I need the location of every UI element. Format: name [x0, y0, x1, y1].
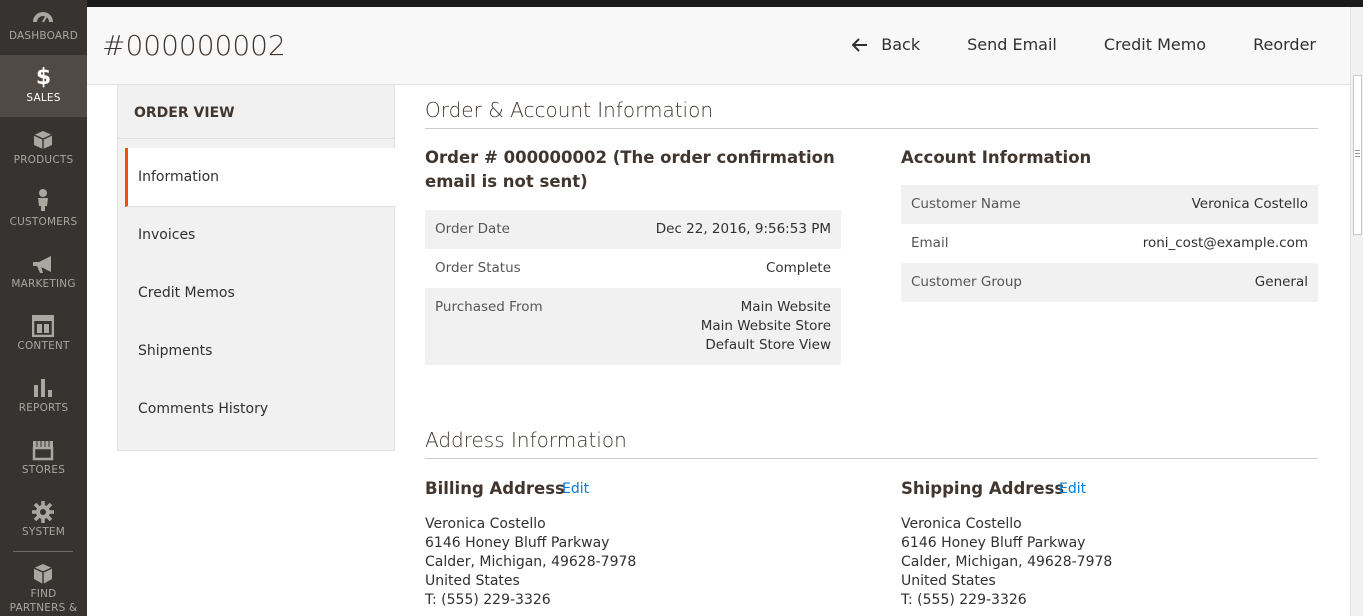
dollar-icon: $: [35, 65, 52, 90]
billing-line: United States: [425, 573, 520, 589]
nav-label-products: PRODUCTS: [13, 154, 74, 166]
nav-divider: [13, 551, 73, 552]
dashboard-icon: [33, 12, 53, 23]
billing-phone: T: (555) 229-3326: [425, 592, 551, 608]
nav-content[interactable]: CONTENT: [0, 303, 87, 365]
billing-line: 6146 Honey Bluff Parkway: [425, 535, 610, 551]
email-row: Email roni_cost@example.com: [901, 224, 1318, 263]
back-button[interactable]: Back: [852, 35, 920, 54]
nav-find-partners[interactable]: FIND PARTNERS &: [0, 554, 87, 616]
nav-label-stores: STORES: [21, 464, 66, 476]
tab-credit-memos[interactable]: Credit Memos: [138, 285, 235, 301]
nav-label-partners: PARTNERS &: [9, 602, 78, 614]
purchased-from-line3: Default Store View: [705, 337, 831, 353]
email-link[interactable]: roni_cost@example.com: [1143, 234, 1308, 253]
person-icon: [38, 189, 48, 211]
send-email-button[interactable]: Send Email: [967, 35, 1057, 54]
order-view-title: ORDER VIEW: [134, 105, 235, 121]
order-date-value: Dec 22, 2016, 9:56:53 PM: [655, 221, 831, 237]
divider: [118, 138, 395, 139]
tab-invoices[interactable]: Invoices: [138, 227, 195, 243]
order-heading-line2: email is not sent): [425, 172, 588, 191]
nav-label-reports: REPORTS: [18, 402, 69, 414]
shipping-edit-link[interactable]: Edit: [1059, 481, 1086, 497]
section-divider: [425, 458, 1318, 459]
credit-memo-button[interactable]: Credit Memo: [1104, 35, 1206, 54]
order-status-value: Complete: [765, 260, 831, 276]
purchased-from-line1: Main Website: [740, 299, 831, 315]
nav-stores[interactable]: STORES: [0, 427, 87, 489]
customer-name-row: Customer Name Veronica Costello: [901, 185, 1318, 224]
page-scrollbar[interactable]: [1350, 7, 1363, 616]
tab-comments-history[interactable]: Comments History: [138, 401, 268, 417]
billing-edit-link[interactable]: Edit: [562, 481, 589, 497]
order-date-row: Order Date Dec 22, 2016, 9:56:53 PM: [425, 210, 841, 249]
shipping-address-block: Veronica Costello 6146 Honey Bluff Parkw…: [901, 515, 1112, 610]
purchased-from-row: Purchased From Main Website Main Website…: [425, 288, 841, 365]
nav-label-content: CONTENT: [17, 340, 70, 352]
nav-system[interactable]: SYSTEM: [0, 489, 87, 551]
nav-customers[interactable]: CUSTOMERS: [0, 179, 87, 241]
billing-line: Veronica Costello: [425, 516, 546, 532]
customer-group-label: Customer Group: [911, 274, 1022, 290]
scrollbar-grip: [1355, 150, 1360, 157]
gear-icon: [32, 501, 54, 523]
billing-line: Calder, Michigan, 49628-7978: [425, 554, 637, 570]
store-icon: [32, 441, 54, 461]
back-label: Back: [881, 35, 921, 54]
browser-top-strip: [0, 0, 1363, 7]
page-title: #000000002: [102, 29, 286, 62]
layout-icon: [32, 315, 54, 337]
page-header: #000000002 Back Send Email Credit Memo R…: [87, 7, 1350, 85]
section-title-order-account: Order & Account Information: [425, 98, 714, 122]
order-view-tabs: ORDER VIEW Information Invoices Credit M…: [117, 85, 396, 451]
shipping-line: Calder, Michigan, 49628-7978: [901, 554, 1113, 570]
account-heading: Account Information: [901, 148, 1092, 167]
extensions-icon: [33, 564, 53, 584]
section-divider: [425, 128, 1318, 129]
customer-group-value: General: [1254, 274, 1308, 290]
customer-name-label: Customer Name: [911, 196, 1021, 212]
section-title-address: Address Information: [425, 428, 627, 452]
shipping-line: Veronica Costello: [901, 516, 1022, 532]
purchased-from-label: Purchased From: [435, 299, 543, 315]
shipping-line: United States: [901, 573, 996, 589]
tab-information[interactable]: Information: [138, 169, 219, 185]
order-status-row: Order Status Complete: [425, 249, 841, 288]
customer-name-link[interactable]: Veronica Costello: [1192, 195, 1308, 214]
megaphone-icon: [33, 256, 51, 273]
customer-group-row: Customer Group General: [901, 263, 1318, 302]
nav-label-system: SYSTEM: [21, 526, 66, 538]
nav-products[interactable]: PRODUCTS: [0, 117, 87, 179]
order-heading-line1: Order # 000000002 (The order confirmatio…: [425, 148, 835, 167]
tab-shipments[interactable]: Shipments: [138, 343, 212, 359]
arrow-left-icon: [852, 37, 868, 52]
nav-dashboard[interactable]: DASHBOARD: [0, 0, 87, 55]
shipping-heading: Shipping Address: [901, 479, 1065, 498]
shipping-phone: T: (555) 229-3326: [901, 592, 1027, 608]
nav-sales[interactable]: $ SALES: [0, 55, 87, 117]
billing-address-block: Veronica Costello 6146 Honey Bluff Parkw…: [425, 515, 636, 610]
nav-label-customers: CUSTOMERS: [9, 216, 78, 228]
box-icon: [33, 131, 53, 149]
purchased-from-line2: Main Website Store: [700, 318, 831, 334]
nav-label-find: FIND: [30, 588, 57, 600]
shipping-line: 6146 Honey Bluff Parkway: [901, 535, 1086, 551]
order-date-label: Order Date: [435, 221, 510, 237]
billing-heading: Billing Address: [425, 479, 565, 498]
nav-marketing[interactable]: MARKETING: [0, 241, 87, 303]
bar-chart-icon: [34, 379, 52, 397]
nav-label-marketing: MARKETING: [11, 278, 76, 290]
nav-label-sales: SALES: [26, 92, 61, 104]
nav-reports[interactable]: REPORTS: [0, 365, 87, 427]
order-status-label: Order Status: [435, 260, 521, 276]
email-label: Email: [911, 235, 949, 251]
nav-label-dashboard: DASHBOARD: [8, 30, 79, 42]
page-actions: Back Send Email Credit Memo Reorder: [805, 35, 1316, 54]
admin-sidebar: DASHBOARD $ SALES PRODUCTS CUSTOMERS MAR…: [0, 0, 87, 616]
reorder-button[interactable]: Reorder: [1253, 35, 1316, 54]
